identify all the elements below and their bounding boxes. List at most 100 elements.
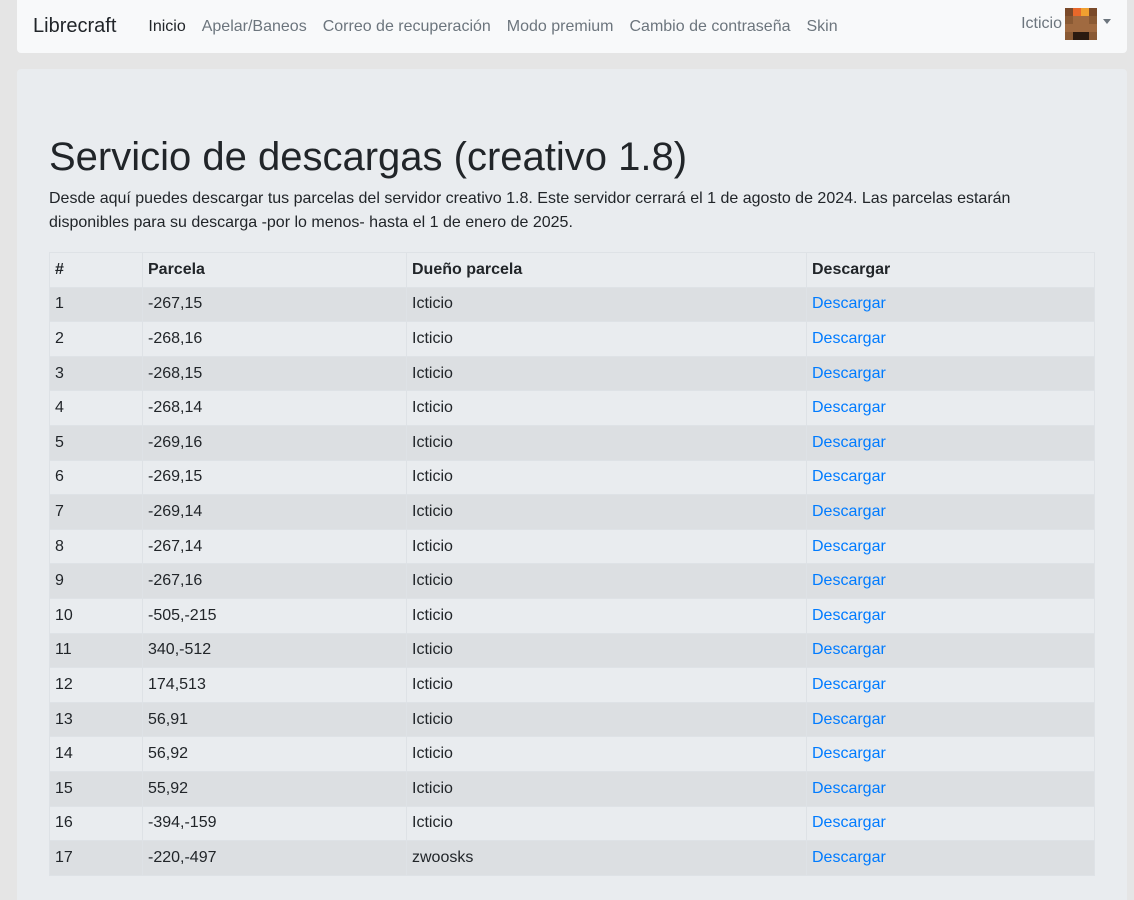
table-row: 13 56,91 Icticio Descargar [49,701,1095,738]
download-cell: Descargar [806,424,1095,461]
parcel-coords: -268,15 [142,355,407,392]
parcel-owner: Icticio [406,667,807,703]
download-link[interactable]: Descargar [812,572,886,589]
parcel-coords: -220,-497 [142,840,407,876]
row-number: 8 [49,528,143,565]
table-row: 10 -505,-215 Icticio Descargar [49,597,1095,634]
nav-links: Inicio Apelar/Baneos Correo de recuperació… [140,18,845,36]
parcel-coords: 340,-512 [142,632,407,669]
nav-link-modo-premium[interactable]: Modo premium [499,18,622,36]
row-number: 15 [49,770,143,807]
download-cell: Descargar [806,632,1095,669]
download-link[interactable]: Descargar [812,780,886,797]
parcel-owner: Icticio [406,494,807,530]
parcel-coords: -267,14 [142,528,407,565]
row-number: 9 [49,563,143,599]
row-number: 16 [49,805,143,842]
table-row: 17 -220,-497 zwoosks Descargar [49,840,1095,876]
parcel-coords: -267,15 [142,286,407,323]
row-number: 5 [49,424,143,461]
download-cell: Descargar [806,286,1095,323]
brand-link[interactable]: Librecraft [33,15,116,38]
table-body: 1 -267,15 Icticio Descargar 2 -268,16 Icticio D… [49,286,1095,876]
parcel-owner: Icticio [406,321,807,357]
download-cell: Descargar [806,355,1095,392]
intro-text: Desde aquí puedes descargar tus parcelas… [49,190,1011,231]
parcel-owner: Icticio [406,632,807,669]
parcel-coords: -505,-215 [142,597,407,634]
download-link[interactable]: Descargar [812,676,886,693]
download-link[interactable]: Descargar [812,641,886,658]
nav-link-correo-de-recuperación[interactable]: Correo de recuperación [315,18,499,36]
row-number: 3 [49,355,143,392]
download-link[interactable]: Descargar [812,711,886,728]
row-number: 6 [49,459,143,496]
download-cell: Descargar [806,494,1095,530]
table-row: 5 -269,16 Icticio Descargar [49,424,1095,461]
download-link[interactable]: Descargar [812,330,886,347]
download-cell: Descargar [806,563,1095,599]
user-name: Icticio [1021,14,1062,32]
parcel-owner: Icticio [406,701,807,738]
nav-link-apelar-baneos[interactable]: Apelar/Baneos [194,18,315,36]
download-cell: Descargar [806,770,1095,807]
user-menu-dropdown[interactable]: Icticio [1021,7,1111,40]
parcel-coords: -394,-159 [142,805,407,842]
parcel-coords: 56,92 [142,736,407,772]
parcel-owner: Icticio [406,390,807,426]
nav-link-skin[interactable]: Skin [798,18,845,36]
table-row: 1 -267,15 Icticio Descargar [49,286,1095,323]
header-download: Descargar [806,252,1095,288]
parcel-owner: Icticio [406,528,807,565]
table-row: 9 -267,16 Icticio Descargar [49,563,1095,599]
download-cell: Descargar [806,736,1095,772]
download-link[interactable]: Descargar [812,607,886,624]
download-link[interactable]: Descargar [812,399,886,416]
table-row: 4 -268,14 Icticio Descargar [49,390,1095,426]
parcel-coords: -268,16 [142,321,407,357]
download-link[interactable]: Descargar [812,849,886,866]
parcel-owner: Icticio [406,355,807,392]
download-cell: Descargar [806,805,1095,842]
page-title: Servicio de descargas (creativo 1.8) [49,135,688,179]
row-number: 4 [49,390,143,426]
download-link[interactable]: Descargar [812,538,886,555]
download-link[interactable]: Descargar [812,295,886,312]
row-number: 12 [49,667,143,703]
table-row: 16 -394,-159 Icticio Descargar [49,805,1095,842]
row-number: 2 [49,321,143,357]
minecraft-skin-head-icon [1065,7,1097,40]
row-number: 14 [49,736,143,772]
download-link[interactable]: Descargar [812,503,886,520]
parcel-owner: Icticio [406,286,807,323]
row-number: 10 [49,597,143,634]
download-link[interactable]: Descargar [812,365,886,382]
download-link[interactable]: Descargar [812,434,886,451]
header-number: # [49,252,143,288]
download-cell: Descargar [806,459,1095,496]
table-header-row: # Parcela Dueño parcela Descargar [49,252,1095,288]
table-row: 11 340,-512 Icticio Descargar [49,632,1095,669]
parcel-coords: -269,14 [142,494,407,530]
download-link[interactable]: Descargar [812,814,886,831]
download-link[interactable]: Descargar [812,468,886,485]
parcel-owner: Icticio [406,597,807,634]
table-row: 6 -269,15 Icticio Descargar [49,459,1095,496]
nav-link-inicio[interactable]: Inicio [140,18,193,36]
parcel-coords: 55,92 [142,770,407,807]
table-row: 15 55,92 Icticio Descargar [49,770,1095,807]
parcel-coords: -269,16 [142,424,407,461]
table-row: 7 -269,14 Icticio Descargar [49,494,1095,530]
download-cell: Descargar [806,701,1095,738]
parcel-coords: -268,14 [142,390,407,426]
download-link[interactable]: Descargar [812,745,886,762]
download-cell: Descargar [806,321,1095,357]
parcel-owner: zwoosks [406,840,807,876]
downloads-table: # Parcela Dueño parcela Descargar 1 -267,… [49,252,1095,876]
download-cell: Descargar [806,597,1095,634]
row-number: 7 [49,494,143,530]
header-owner: Dueño parcela [406,252,807,288]
download-cell: Descargar [806,667,1095,703]
nav-link-cambio-de-contraseña[interactable]: Cambio de contraseña [622,18,799,36]
parcel-owner: Icticio [406,424,807,461]
